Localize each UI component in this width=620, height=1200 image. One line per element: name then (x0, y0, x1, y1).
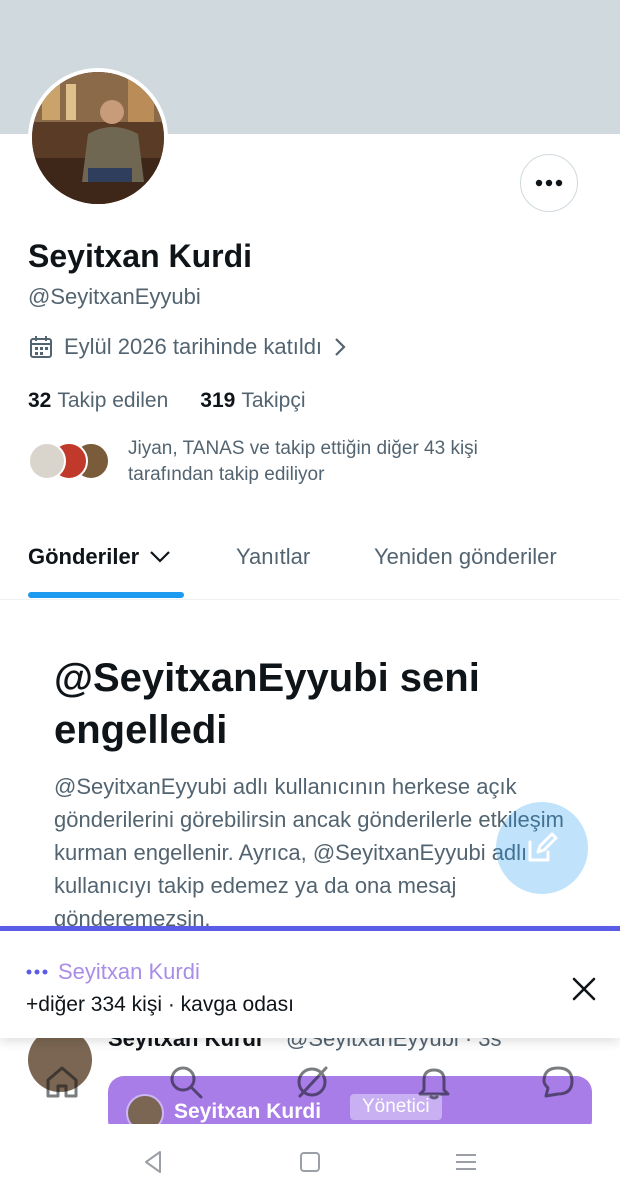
compose-icon (528, 832, 558, 862)
tab-label: Yeniden gönderiler (374, 544, 557, 569)
chevron-down-icon (150, 551, 171, 563)
tab-label: Yanıtlar (236, 544, 311, 569)
followers-link[interactable]: 319 Takipçi (200, 389, 305, 413)
more-horizontal-icon (535, 179, 563, 187)
mutual-avatar (28, 442, 66, 480)
followers-you-know[interactable]: Jiyan, TANAS ve takip ettiğin diğer 43 k… (28, 436, 548, 488)
tab-reposts[interactable]: Yeniden gönderiler (374, 544, 557, 570)
recents-icon[interactable] (452, 1148, 480, 1176)
blocked-title: @SeyitxanEyyubi seni engelledi (54, 656, 480, 752)
following-label: Takip edilen (57, 389, 169, 412)
close-icon[interactable] (566, 971, 602, 1007)
tab-replies[interactable]: Yanıtlar (236, 544, 310, 570)
profile-name: Seyitxan Kurdi (28, 238, 253, 274)
more-options-button[interactable] (520, 154, 578, 212)
profile-handle: @SeyitxanEyyubi (28, 284, 201, 309)
system-nav-bar (0, 1124, 620, 1200)
followers-label: Takipçi (241, 389, 306, 412)
live-dots-icon (26, 969, 48, 975)
active-tab-indicator (28, 592, 184, 598)
avatar-photo (32, 72, 164, 204)
joined-text: Eylül 2026 tarihinde katıldı (64, 334, 323, 359)
mutual-avatars (28, 436, 112, 480)
followers-count: 319 (200, 389, 236, 412)
compose-button[interactable] (496, 802, 588, 894)
space-bar[interactable]: Seyitxan Kurdi +diğer 334 kişi · kavga o… (0, 926, 620, 1038)
home-square-icon[interactable] (296, 1148, 324, 1176)
home-icon[interactable] (42, 1062, 82, 1102)
follow-counts: 32 Takip edilen 319 Takipçi (28, 389, 306, 413)
following-link[interactable]: 32 Takip edilen (28, 389, 168, 413)
space-subtitle: +diğer 334 kişi · kavga odası (26, 993, 294, 1016)
profile-avatar[interactable] (28, 68, 168, 208)
tweet-meta: @SeyitxanEyyubi · 3s (286, 1038, 502, 1051)
messages-icon[interactable] (538, 1062, 578, 1102)
joined-date[interactable]: Eylül 2026 tarihinde katıldı (28, 334, 348, 360)
grok-icon[interactable] (292, 1062, 332, 1102)
tweet-author-name: Seyitxan Kurdi (108, 1038, 263, 1051)
space-host: Seyitxan Kurdi (26, 959, 200, 985)
search-icon[interactable] (166, 1062, 206, 1102)
tab-posts[interactable]: Gönderiler (28, 544, 171, 570)
space-host-name: Seyitxan Kurdi (58, 959, 200, 984)
back-icon[interactable] (140, 1148, 168, 1176)
followed-by-text: Jiyan, TANAS ve takip ettiğin diğer 43 k… (128, 438, 478, 485)
chevron-right-icon (335, 338, 346, 356)
notifications-icon[interactable] (414, 1062, 454, 1102)
calendar-icon (30, 336, 52, 358)
tab-label: Gönderiler (28, 544, 140, 569)
bottom-nav (0, 1060, 620, 1120)
following-count: 32 (28, 389, 52, 412)
profile-tabs: Gönderiler Yanıtlar Yeniden gönderiler (0, 522, 620, 600)
